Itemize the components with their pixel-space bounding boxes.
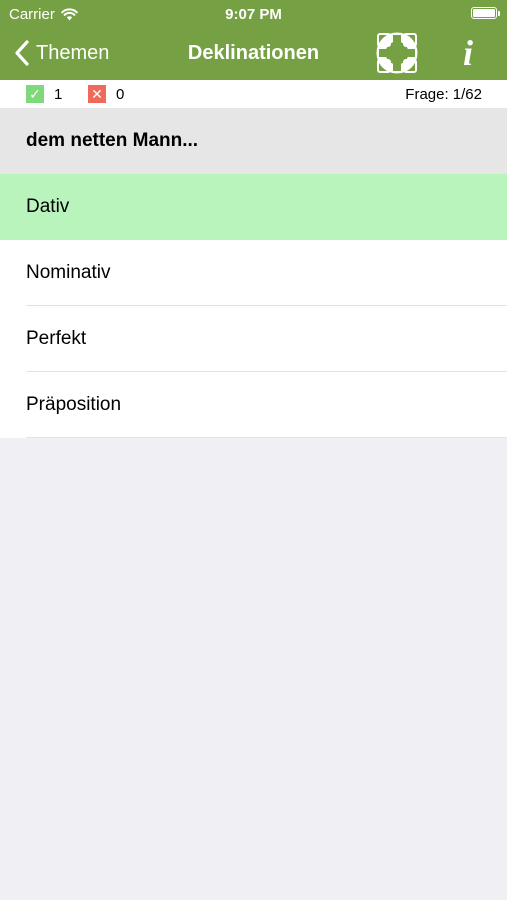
answer-option-perfekt[interactable]: Perfekt — [0, 306, 507, 372]
battery-icon — [471, 7, 500, 19]
answer-label: Perfekt — [26, 328, 87, 349]
chevron-left-icon — [15, 40, 29, 66]
back-button[interactable]: Themen — [14, 26, 109, 80]
question-counter: Frage: 1/62 — [405, 86, 482, 103]
question-text: dem netten Mann... — [26, 130, 199, 151]
answer-label: Präposition — [26, 394, 122, 415]
lifebuoy-icon — [376, 32, 418, 74]
answer-list: Dativ Nominativ Perfekt Präposition — [0, 174, 507, 438]
info-icon: i — [462, 33, 473, 73]
correct-score: ✓ 1 — [26, 85, 62, 103]
help-button[interactable] — [376, 32, 418, 74]
wrong-score: ✕ 0 — [88, 85, 124, 103]
score-bar: ✓ 1 ✕ 0 Frage: 1/62 — [0, 80, 507, 108]
top-bar: Carrier 9:07 PM Themen Deklinationen i — [0, 0, 507, 80]
correct-count: 1 — [54, 85, 63, 103]
back-label: Themen — [36, 41, 110, 64]
question-row: dem netten Mann... — [0, 108, 507, 174]
answer-option-dativ[interactable]: Dativ — [0, 174, 507, 240]
info-button[interactable]: i — [455, 34, 481, 72]
checkmark-icon: ✓ — [26, 85, 44, 103]
cross-icon: ✕ — [88, 85, 106, 103]
answer-option-nominativ[interactable]: Nominativ — [0, 240, 507, 306]
wrong-count: 0 — [116, 85, 125, 103]
navigation-bar: Themen Deklinationen i — [0, 26, 507, 80]
answer-label: Dativ — [26, 196, 70, 217]
status-bar: Carrier 9:07 PM — [0, 0, 507, 26]
answer-option-praeposition[interactable]: Präposition — [0, 372, 507, 438]
answer-label: Nominativ — [26, 262, 111, 283]
row-divider — [26, 437, 507, 438]
status-time: 9:07 PM — [225, 6, 282, 23]
